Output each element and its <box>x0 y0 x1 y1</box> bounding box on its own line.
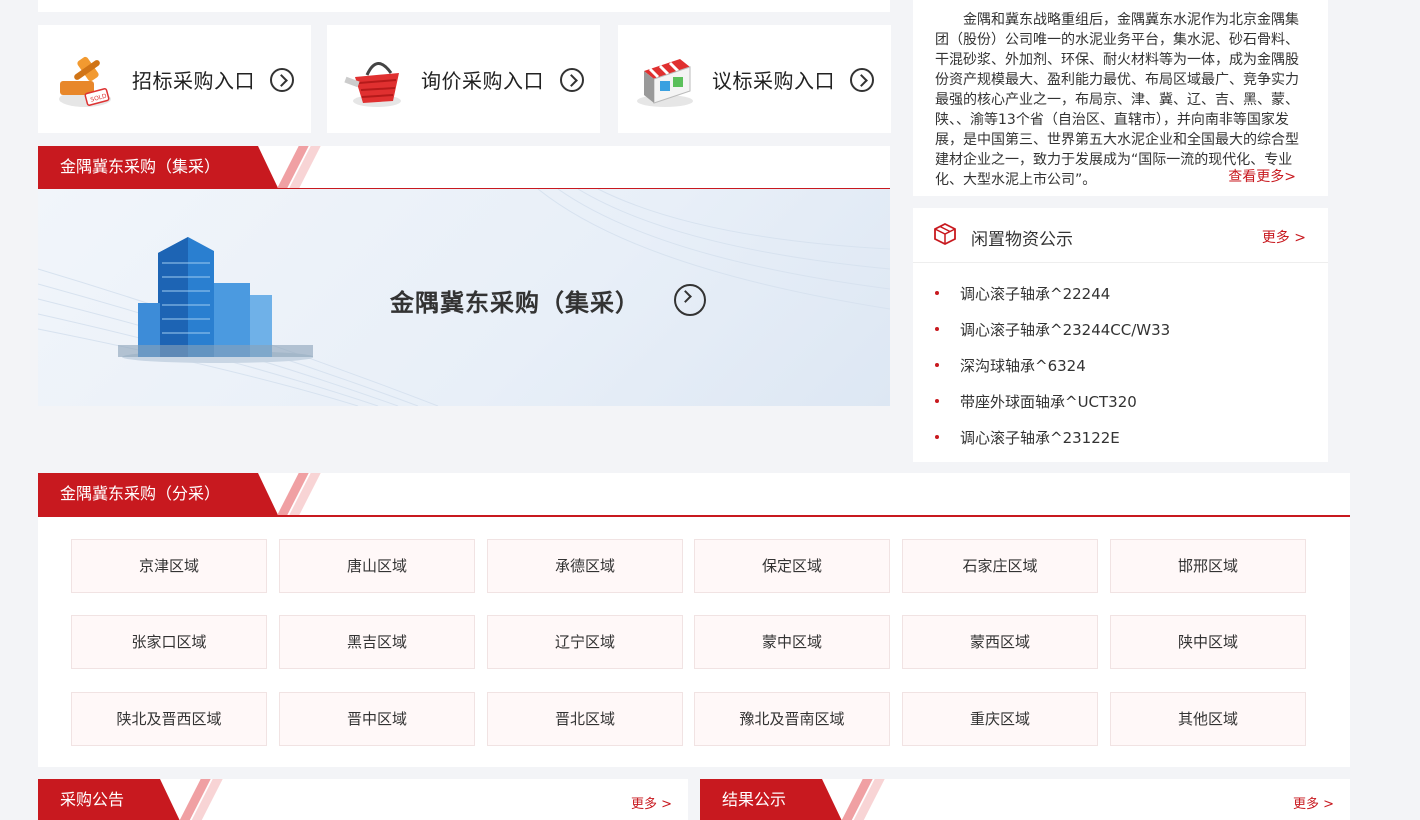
region-button[interactable]: 邯邢区域 <box>1110 539 1306 593</box>
section-title: 结果公示 <box>700 779 842 820</box>
arrow-right-circle-icon[interactable] <box>560 68 584 92</box>
region-button[interactable]: 晋中区域 <box>279 692 475 746</box>
bidding-entry-card[interactable]: SOLD 招标采购入口 <box>38 25 311 133</box>
negotiation-entry-card[interactable]: 议标采购入口 <box>618 25 891 133</box>
region-button[interactable]: 陕北及晋西区域 <box>71 692 267 746</box>
region-button[interactable]: 蒙西区域 <box>902 615 1098 669</box>
more-link[interactable]: 更多 > <box>1262 227 1306 247</box>
region-button[interactable]: 京津区域 <box>71 539 267 593</box>
region-button[interactable]: 其他区域 <box>1110 692 1306 746</box>
region-button[interactable]: 豫北及晋南区域 <box>694 692 890 746</box>
storefront-icon <box>637 59 693 107</box>
idle-materials-panel: 闲置物资公示 更多 > 调心滚子轴承^22244 调心滚子轴承^23244CC/… <box>913 208 1328 462</box>
region-button[interactable]: 蒙中区域 <box>694 615 890 669</box>
region-button[interactable]: 晋北区域 <box>487 692 683 746</box>
arrow-right-circle-icon[interactable] <box>270 68 294 92</box>
list-item[interactable]: 带座外球面轴承^UCT320 <box>935 391 1137 412</box>
idle-materials-header: 闲置物资公示 更多 > <box>913 208 1328 263</box>
region-button[interactable]: 保定区域 <box>694 539 890 593</box>
list-item[interactable]: 深沟球轴承^6324 <box>935 355 1086 376</box>
section-title: 金隅冀东采购（集采） <box>38 146 278 188</box>
list-item[interactable]: 调心滚子轴承^22244 <box>935 283 1110 304</box>
office-buildings-image <box>118 237 313 363</box>
region-button[interactable]: 唐山区域 <box>279 539 475 593</box>
central-procurement-header: 金隅冀东采购（集采） <box>38 146 890 190</box>
more-link[interactable]: 更多 > <box>631 793 672 812</box>
inquiry-entry-label: 询价采购入口 <box>421 69 544 93</box>
central-procurement-banner[interactable]: 金隅冀东采购（集采） <box>38 189 890 406</box>
list-item[interactable]: 调心滚子轴承^23244CC/W33 <box>935 319 1170 340</box>
results-header: 结果公示 更多 > <box>700 779 1350 820</box>
region-button[interactable]: 重庆区域 <box>902 692 1098 746</box>
arrow-right-circle-icon[interactable] <box>850 68 874 92</box>
section-title: 金隅冀东采购（分采） <box>38 473 278 515</box>
region-button[interactable]: 陕中区域 <box>1110 615 1306 669</box>
box-icon <box>934 222 956 246</box>
bidding-entry-label: 招标采购入口 <box>132 69 255 93</box>
region-button[interactable]: 承德区域 <box>487 539 683 593</box>
intro-text: 金隅和冀东战略重组后，金隅冀东水泥作为北京金隅集团（股份）公司唯一的水泥业务平台… <box>935 12 1299 188</box>
announcements-header: 采购公告 更多 > <box>38 779 688 820</box>
region-button[interactable]: 黑吉区域 <box>279 615 475 669</box>
region-button[interactable]: 张家口区域 <box>71 615 267 669</box>
section-title: 采购公告 <box>38 779 180 820</box>
arrow-right-circle-icon[interactable] <box>674 284 706 316</box>
inquiry-entry-card[interactable]: 询价采购入口 <box>327 25 600 133</box>
top-panel-edge <box>38 0 890 12</box>
shopping-basket-icon <box>344 62 401 107</box>
company-intro: 金隅和冀东战略重组后，金隅冀东水泥作为北京金隅集团（股份）公司唯一的水泥业务平台… <box>913 0 1328 196</box>
list-item[interactable]: 调心滚子轴承^23122E <box>935 427 1120 448</box>
region-button[interactable]: 石家庄区域 <box>902 539 1098 593</box>
idle-materials-title: 闲置物资公示 <box>971 230 1073 250</box>
negotiation-entry-label: 议标采购入口 <box>712 69 835 93</box>
more-link[interactable]: 更多 > <box>1293 793 1334 812</box>
banner-title: 金隅冀东采购（集采） <box>390 289 640 317</box>
auction-hammer-icon: SOLD <box>59 56 111 107</box>
regional-procurement-header: 金隅冀东采购（分采） <box>38 473 1350 517</box>
view-more-link[interactable]: 查看更多> <box>1228 167 1296 187</box>
region-button[interactable]: 辽宁区域 <box>487 615 683 669</box>
